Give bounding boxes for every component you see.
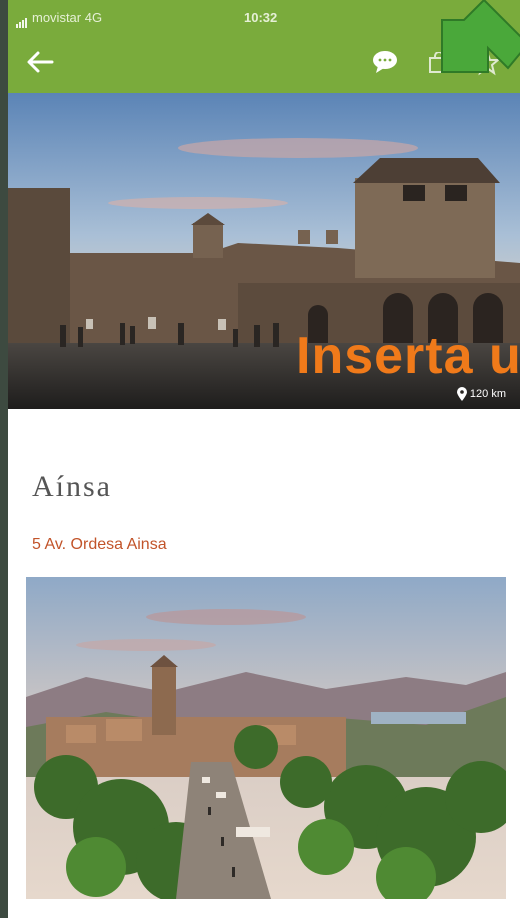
overlay-text: Inserta u: [296, 327, 520, 385]
location-pin-icon: [456, 387, 467, 401]
distance-badge: 120 km: [456, 387, 506, 401]
hero-image: Inserta u 120 km: [8, 93, 520, 409]
carrier-label: movistar 4G: [32, 10, 103, 25]
app-bar: movistar 4G 10:32: [8, 0, 520, 93]
clock: 10:32: [244, 10, 278, 25]
arrow-left-icon[interactable]: [22, 44, 58, 80]
chat-bubble-icon[interactable]: [370, 48, 400, 74]
signal-icon: [16, 13, 28, 28]
place-address[interactable]: 5 Av. Ordesa Ainsa: [32, 536, 167, 554]
screen: movistar 4G 10:32 Inserta u 120 km Aínsa…: [8, 0, 520, 918]
distance-label: 120 km: [469, 388, 506, 400]
annotation-arrow-icon: [441, 0, 520, 73]
place-photo[interactable]: [26, 577, 506, 899]
place-title: Aínsa: [32, 470, 112, 503]
